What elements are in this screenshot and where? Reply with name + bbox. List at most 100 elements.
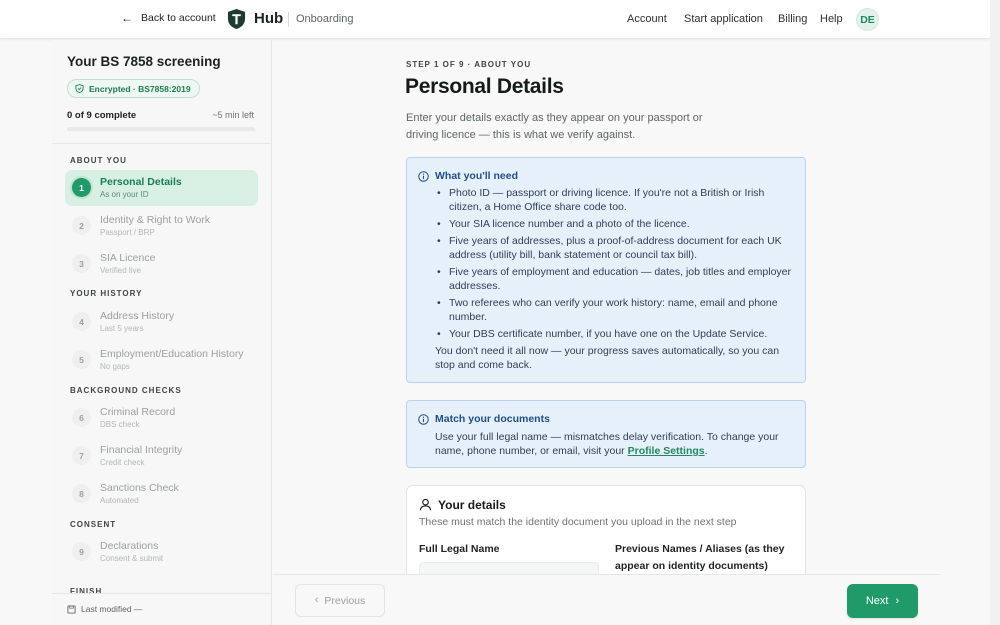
progress-label: 0 of 9 complete bbox=[67, 110, 137, 121]
step-title: SIA Licence bbox=[100, 252, 156, 264]
sidebar-step-address-history[interactable]: 4 Address History Last 5 years bbox=[65, 304, 258, 340]
back-to-account-link[interactable]: ← Back to account bbox=[121, 12, 216, 24]
match-documents-body: Use your full legal name — mismatches de… bbox=[435, 431, 779, 457]
sidebar-divider bbox=[52, 143, 271, 144]
back-link-label: Back to account bbox=[141, 12, 216, 24]
sidebar-step-sia-licence[interactable]: 3 SIA Licence Verified live bbox=[65, 246, 258, 282]
step-subtitle: As on your ID bbox=[100, 190, 149, 199]
nav-account[interactable]: Account bbox=[627, 13, 667, 25]
step-number: 4 bbox=[72, 312, 91, 331]
list-item: Photo ID — passport or driving licence. … bbox=[435, 186, 797, 214]
sidebar-step-criminal-record[interactable]: 6 Criminal Record DBS check bbox=[65, 400, 258, 436]
next-button-label: Next bbox=[865, 595, 889, 607]
page-title: Personal Details bbox=[405, 75, 564, 98]
list-item: Five years of employment and education —… bbox=[435, 265, 797, 293]
previous-button-label: Previous bbox=[324, 594, 366, 607]
nav-help[interactable]: Help bbox=[820, 13, 843, 25]
step-number: 3 bbox=[72, 254, 91, 273]
last-modified: Last modified — bbox=[67, 604, 142, 614]
nav-billing[interactable]: Billing bbox=[778, 13, 807, 25]
step-title: Criminal Record bbox=[100, 406, 176, 418]
next-button[interactable]: Next › bbox=[847, 584, 918, 618]
info-icon bbox=[418, 171, 429, 182]
step-title: Personal Details bbox=[100, 176, 182, 188]
user-avatar[interactable]: DE bbox=[856, 8, 879, 31]
step-subtitle: Consent & submit bbox=[100, 554, 164, 563]
group-label-consent: CONSENT bbox=[70, 520, 117, 529]
last-modified-label: Last modified — bbox=[81, 604, 143, 614]
section-name: Onboarding bbox=[296, 13, 354, 25]
step-number: 2 bbox=[72, 216, 91, 235]
user-icon bbox=[419, 498, 432, 511]
match-documents-end: . bbox=[704, 445, 708, 457]
full-legal-name-label: Full Legal Name bbox=[419, 543, 500, 555]
sidebar-step-personal-details[interactable]: 1 Personal Details As on your ID bbox=[65, 170, 258, 206]
list-item: Your SIA licence number and a photo of t… bbox=[435, 217, 797, 231]
card-subtitle: These must match the identity document y… bbox=[419, 516, 737, 528]
step-title: Address History bbox=[100, 310, 175, 322]
step-subtitle: Passport / BRP bbox=[100, 228, 155, 237]
info-box-footer: You don't need it all now — your progres… bbox=[435, 345, 780, 371]
group-label-your-history: YOUR HISTORY bbox=[70, 289, 143, 298]
brand-divider bbox=[288, 12, 289, 27]
list-item: Your DBS certificate number, if you have… bbox=[435, 327, 797, 341]
chevron-right-icon: › bbox=[895, 594, 900, 607]
match-documents-text: Use your full legal name — mismatches de… bbox=[435, 430, 797, 458]
top-nav-bar: ← Back to account Hub Onboarding Account… bbox=[0, 0, 990, 39]
encrypted-badge-label: Encrypted · BS7858:2019 bbox=[89, 83, 191, 94]
info-icon bbox=[418, 414, 429, 425]
save-icon bbox=[67, 604, 76, 614]
sidebar-step-employment-history[interactable]: 5 Employment/Education History No gaps bbox=[65, 342, 258, 378]
list-item: Two referees who can verify your work hi… bbox=[435, 296, 797, 324]
step-subtitle: Credit check bbox=[100, 458, 145, 467]
group-label-background-checks: BACKGROUND CHECKS bbox=[70, 386, 182, 395]
match-documents-box: Match your documents Use your full legal… bbox=[406, 400, 806, 468]
step-subtitle: Verified live bbox=[100, 266, 141, 275]
sidebar-step-declarations[interactable]: 9 Declarations Consent & submit bbox=[65, 534, 258, 570]
brand-name: Hub bbox=[254, 10, 284, 27]
sidebar-step-identity[interactable]: 2 Identity & Right to Work Passport / BR… bbox=[65, 208, 258, 244]
group-label-about-you: ABOUT YOU bbox=[70, 156, 127, 165]
step-subtitle: Last 5 years bbox=[100, 324, 144, 333]
step-eyebrow: STEP 1 OF 9 · ABOUT YOU bbox=[406, 60, 532, 69]
nav-start-application[interactable]: Start application bbox=[684, 13, 763, 25]
chevron-left-icon: ‹ bbox=[314, 594, 319, 606]
step-title: Sanctions Check bbox=[100, 482, 179, 494]
step-number: 6 bbox=[72, 408, 91, 427]
step-number: 9 bbox=[72, 542, 91, 561]
step-number: 1 bbox=[72, 178, 91, 197]
info-box-title: Match your documents bbox=[435, 413, 550, 425]
sidebar-step-financial-integrity[interactable]: 7 Financial Integrity Credit check bbox=[65, 438, 258, 474]
previous-button[interactable]: ‹ Previous bbox=[295, 584, 385, 617]
card-title: Your details bbox=[438, 498, 506, 512]
step-number: 8 bbox=[72, 484, 91, 503]
progress-bar bbox=[67, 127, 255, 131]
step-action-bar: ‹ Previous Next › bbox=[273, 574, 940, 625]
step-title: Declarations bbox=[100, 540, 159, 552]
list-item: Five years of addresses, plus a proof-of… bbox=[435, 234, 797, 262]
step-title: Employment/Education History bbox=[100, 348, 244, 360]
arrow-left-icon: ← bbox=[121, 11, 133, 25]
sidebar-title: Your BS 7858 screening bbox=[67, 54, 221, 69]
page-intro: Enter your details exactly as they appea… bbox=[406, 112, 703, 141]
step-subtitle: Automated bbox=[100, 496, 139, 505]
profile-settings-link[interactable]: Profile Settings bbox=[628, 445, 705, 457]
page-scrollbar[interactable] bbox=[990, 0, 1000, 625]
what-youll-need-box: What you'll need Photo ID — passport or … bbox=[406, 157, 806, 383]
sidebar-step-sanctions-check[interactable]: 8 Sanctions Check Automated bbox=[65, 476, 258, 512]
step-subtitle: No gaps bbox=[100, 362, 130, 371]
info-box-title: What you'll need bbox=[435, 170, 519, 182]
step-title: Financial Integrity bbox=[100, 444, 183, 456]
previous-names-label: Previous Names / Aliases (as they appear… bbox=[615, 543, 785, 572]
shield-check-icon bbox=[75, 84, 84, 93]
step-number: 7 bbox=[72, 446, 91, 465]
steps-sidebar: Your BS 7858 screening Encrypted · BS785… bbox=[52, 40, 272, 625]
encrypted-badge: Encrypted · BS7858:2019 bbox=[67, 79, 200, 98]
time-left: ~5 min left bbox=[212, 110, 254, 120]
requirements-list: Photo ID — passport or driving licence. … bbox=[435, 186, 797, 344]
step-subtitle: DBS check bbox=[100, 420, 140, 429]
step-number: 5 bbox=[72, 350, 91, 369]
sidebar-footer-divider bbox=[52, 593, 271, 594]
step-title: Identity & Right to Work bbox=[100, 214, 211, 226]
shield-logo-icon bbox=[227, 9, 246, 29]
